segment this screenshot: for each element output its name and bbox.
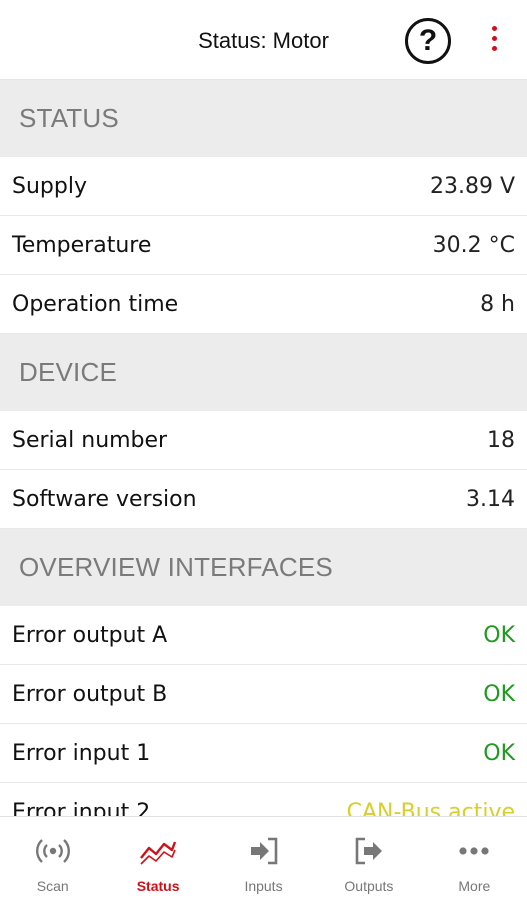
row-label: Error output A [12,622,168,648]
more-dots-icon [454,833,494,869]
row-value: 23.89 V [429,173,515,199]
row-label: Error input 2 [12,799,151,817]
row-label: Supply [12,173,87,199]
question-circle-icon[interactable]: ? [405,18,451,64]
nav-item-status[interactable]: Status [105,817,210,900]
row-operation-time: Operation time 8 h [0,275,527,334]
status-list[interactable]: STATUS Supply 23.89 V Temperature 30.2 °… [0,80,527,816]
status-badge: CAN-Bus active [346,799,515,817]
sign-in-icon [244,833,284,869]
row-temperature: Temperature 30.2 °C [0,216,527,275]
broadcast-icon [33,833,73,869]
nav-item-more[interactable]: More [422,817,527,900]
bottom-navigation: Scan Status Inputs Outputs More [0,816,527,900]
row-supply: Supply 23.89 V [0,157,527,216]
chart-line-icon [138,833,178,869]
row-label: Error output B [12,681,168,707]
nav-label: Inputs [244,878,283,894]
sign-out-icon [349,833,389,869]
nav-item-scan[interactable]: Scan [0,817,105,900]
section-header-overview-interfaces: OVERVIEW INTERFACES [0,529,527,606]
row-value: 18 [487,427,515,453]
row-label: Operation time [12,291,179,317]
section-header-device: DEVICE [0,334,527,411]
row-label: Software version [12,486,197,512]
row-software-version: Software version 3.14 [0,470,527,529]
app-bar: Status: Motor ? [0,0,527,80]
nav-item-outputs[interactable]: Outputs [316,817,421,900]
status-badge: OK [483,622,515,648]
row-label: Serial number [12,427,168,453]
nav-label: Outputs [344,878,394,894]
row-label: Error input 1 [12,740,151,766]
row-error-input-1: Error input 1 OK [0,724,527,783]
row-serial-number: Serial number 18 [0,411,527,470]
section-header-status: STATUS [0,80,527,157]
row-value: 30.2 °C [432,232,515,258]
row-error-output-a: Error output A OK [0,606,527,665]
nav-label: Scan [36,878,69,894]
nav-item-inputs[interactable]: Inputs [211,817,316,900]
nav-label: More [458,878,491,894]
row-value: 8 h [480,291,515,317]
nav-label: Status [136,878,180,894]
row-error-input-2: Error input 2 CAN-Bus active [0,783,527,816]
status-badge: OK [483,681,515,707]
status-badge: OK [483,740,515,766]
kebab-menu-icon[interactable] [486,26,502,56]
row-label: Temperature [12,232,152,258]
row-value: 3.14 [466,486,515,512]
row-error-output-b: Error output B OK [0,665,527,724]
